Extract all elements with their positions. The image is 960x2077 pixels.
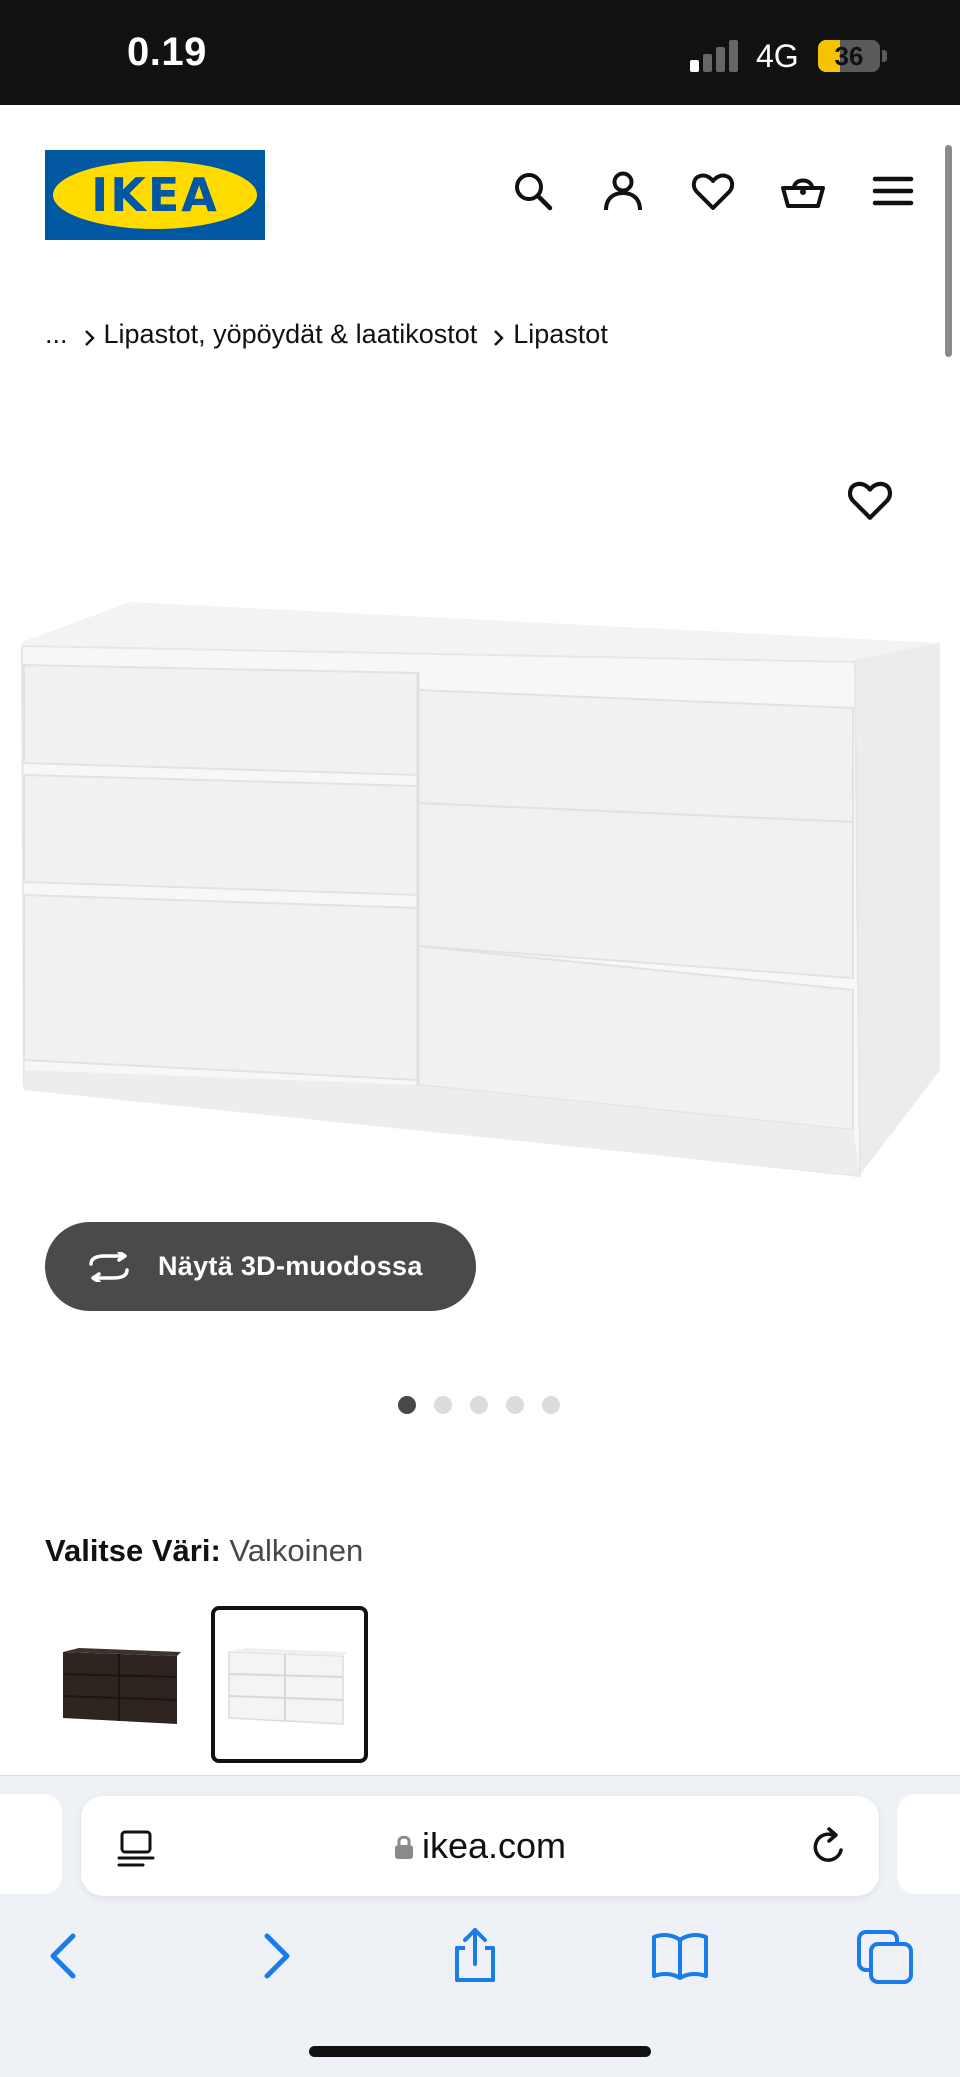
color-selection-label: Valitse Väri: Valkoinen (45, 1533, 363, 1569)
dresser-image (20, 602, 940, 1178)
carousel-dot[interactable] (434, 1396, 452, 1414)
next-tab-preview[interactable] (897, 1794, 960, 1894)
breadcrumb-item-dressers[interactable]: Lipastot (513, 319, 608, 350)
browser-toolbar: ikea.com (0, 1775, 960, 2077)
ikea-product-page: 0.19 4G 36 IKEA ® ... Lipastot, yöpöydät… (0, 0, 960, 2077)
product-image[interactable] (0, 590, 960, 1190)
cart-icon[interactable] (780, 168, 826, 214)
lock-icon (394, 1835, 413, 1859)
previous-tab-preview[interactable] (0, 1794, 62, 1894)
menu-icon[interactable] (870, 168, 916, 214)
favourites-icon[interactable] (690, 168, 736, 214)
status-time: 0.19 (127, 30, 207, 74)
battery-tip (882, 50, 887, 62)
chevron-right-icon (82, 324, 96, 346)
white-dresser-thumbnail (228, 1648, 347, 1725)
battery-level: 36 (834, 41, 864, 71)
forward-icon[interactable] (245, 1926, 305, 1986)
view-in-3d-label: Näytä 3D-muodossa (158, 1251, 423, 1281)
dark-dresser-thumbnail (62, 1648, 181, 1724)
battery-icon: 36 (818, 40, 880, 72)
cellular-signal-icon (690, 38, 742, 72)
image-carousel-dots (398, 1396, 560, 1414)
reload-icon[interactable] (809, 1826, 849, 1868)
chevron-right-icon (491, 324, 505, 346)
page-scrollbar[interactable] (945, 145, 952, 357)
breadcrumb-ellipsis[interactable]: ... (45, 319, 68, 350)
rotate-3d-icon (89, 1251, 129, 1282)
url-text: ikea.com (421, 1825, 567, 1866)
back-icon[interactable] (35, 1926, 95, 1986)
color-label: Valitse Väri: (45, 1533, 221, 1568)
home-indicator[interactable] (309, 2046, 651, 2057)
color-value: Valkoinen (229, 1533, 364, 1568)
share-icon[interactable] (445, 1926, 505, 1986)
carousel-dot[interactable] (398, 1396, 416, 1414)
carousel-dot[interactable] (470, 1396, 488, 1414)
status-bar: 0.19 4G 36 (0, 0, 960, 105)
tabs-icon[interactable] (855, 1926, 915, 1986)
breadcrumb-item-dressers-nightstands[interactable]: Lipastot, yöpöydät & laatikostot (104, 319, 478, 350)
carousel-dot[interactable] (542, 1396, 560, 1414)
address-bar[interactable]: ikea.com (81, 1796, 879, 1896)
carousel-dot[interactable] (506, 1396, 524, 1414)
ikea-logo[interactable]: IKEA ® (45, 150, 265, 240)
color-option-white[interactable] (211, 1606, 368, 1763)
add-to-favourites-icon[interactable] (846, 476, 894, 524)
logo-text: IKEA (91, 168, 219, 222)
search-icon[interactable] (510, 168, 556, 214)
url-display: ikea.com (81, 1796, 879, 1896)
color-option-dark[interactable] (45, 1606, 202, 1763)
view-in-3d-button[interactable]: Näytä 3D-muodossa (45, 1222, 476, 1311)
network-type: 4G (756, 38, 799, 74)
bookmarks-icon[interactable] (650, 1926, 710, 1986)
account-icon[interactable] (600, 168, 646, 214)
breadcrumb: ... Lipastot, yöpöydät & laatikostot Lip… (45, 314, 608, 354)
logo-registered-mark: ® (243, 172, 251, 183)
